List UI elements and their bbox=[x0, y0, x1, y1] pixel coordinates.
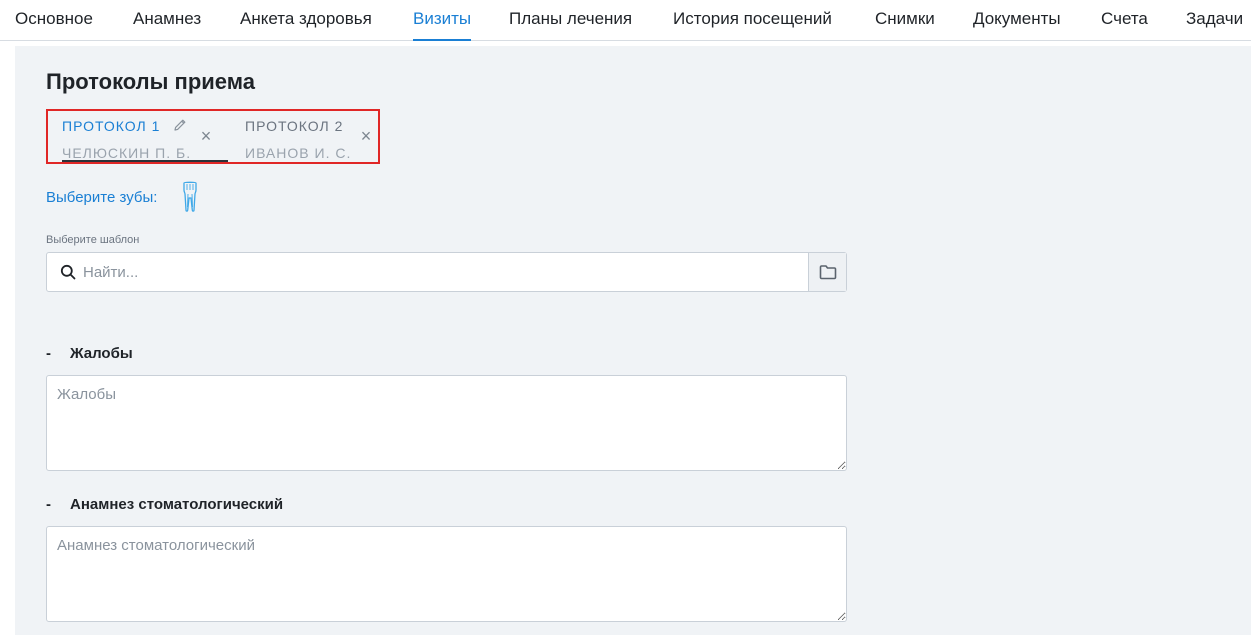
protocol-doctor: ЧЕЛЮСКИН П. Б. bbox=[62, 145, 192, 161]
close-icon[interactable]: × bbox=[197, 127, 215, 145]
tab-anamnez[interactable]: Анамнез bbox=[133, 9, 201, 29]
protocol-doctor: ИВАНОВ И. С. bbox=[245, 145, 352, 161]
tab-documents[interactable]: Документы bbox=[973, 9, 1061, 29]
protocol-name: ПРОТОКОЛ 2 bbox=[245, 118, 344, 134]
tab-tasks[interactable]: Задачи bbox=[1186, 9, 1243, 29]
folder-icon bbox=[819, 265, 837, 280]
tab-treatment-plans[interactable]: Планы лечения bbox=[509, 9, 632, 29]
search-icon bbox=[60, 264, 76, 280]
protocol-name: ПРОТОКОЛ 1 bbox=[62, 118, 161, 134]
section-label: Жалобы bbox=[70, 345, 133, 362]
tooth-icon[interactable] bbox=[180, 181, 200, 213]
protocol-tab-1[interactable]: ПРОТОКОЛ 1 ЧЕЛЮСКИН П. Б. × bbox=[62, 114, 232, 162]
close-icon[interactable]: × bbox=[357, 127, 375, 145]
section-label: Анамнез стоматологический bbox=[70, 496, 284, 513]
select-teeth-link[interactable]: Выберите зубы: bbox=[46, 189, 157, 206]
template-search bbox=[46, 252, 847, 292]
template-label: Выберите шаблон bbox=[46, 234, 140, 246]
complaints-textarea[interactable] bbox=[46, 375, 847, 471]
tab-health-questionnaire[interactable]: Анкета здоровья bbox=[240, 9, 372, 29]
dental-anamnesis-textarea[interactable] bbox=[46, 526, 847, 622]
tab-images[interactable]: Снимки bbox=[875, 9, 935, 29]
top-nav-bar: Основное Анамнез Анкета здоровья Визиты … bbox=[0, 0, 1251, 41]
folder-button[interactable] bbox=[808, 253, 846, 291]
page-title: Протоколы приема bbox=[46, 69, 255, 94]
collapse-toggle[interactable]: - bbox=[46, 496, 70, 513]
section-complaints-title: - Жалобы bbox=[46, 345, 133, 362]
collapse-toggle[interactable]: - bbox=[46, 345, 70, 362]
template-search-input[interactable] bbox=[83, 259, 803, 285]
tab-osnovnoe[interactable]: Основное bbox=[15, 9, 93, 29]
tab-invoices[interactable]: Счета bbox=[1101, 9, 1148, 29]
pencil-icon[interactable] bbox=[172, 117, 188, 133]
active-tab-indicator bbox=[62, 160, 228, 162]
protocol-tab-2[interactable]: ПРОТОКОЛ 2 ИВАНОВ И. С. × bbox=[245, 114, 415, 162]
tab-visits[interactable]: Визиты bbox=[413, 9, 472, 41]
section-dental-anamnesis-title: - Анамнез стоматологический bbox=[46, 496, 283, 513]
tab-visit-history[interactable]: История посещений bbox=[673, 9, 832, 29]
